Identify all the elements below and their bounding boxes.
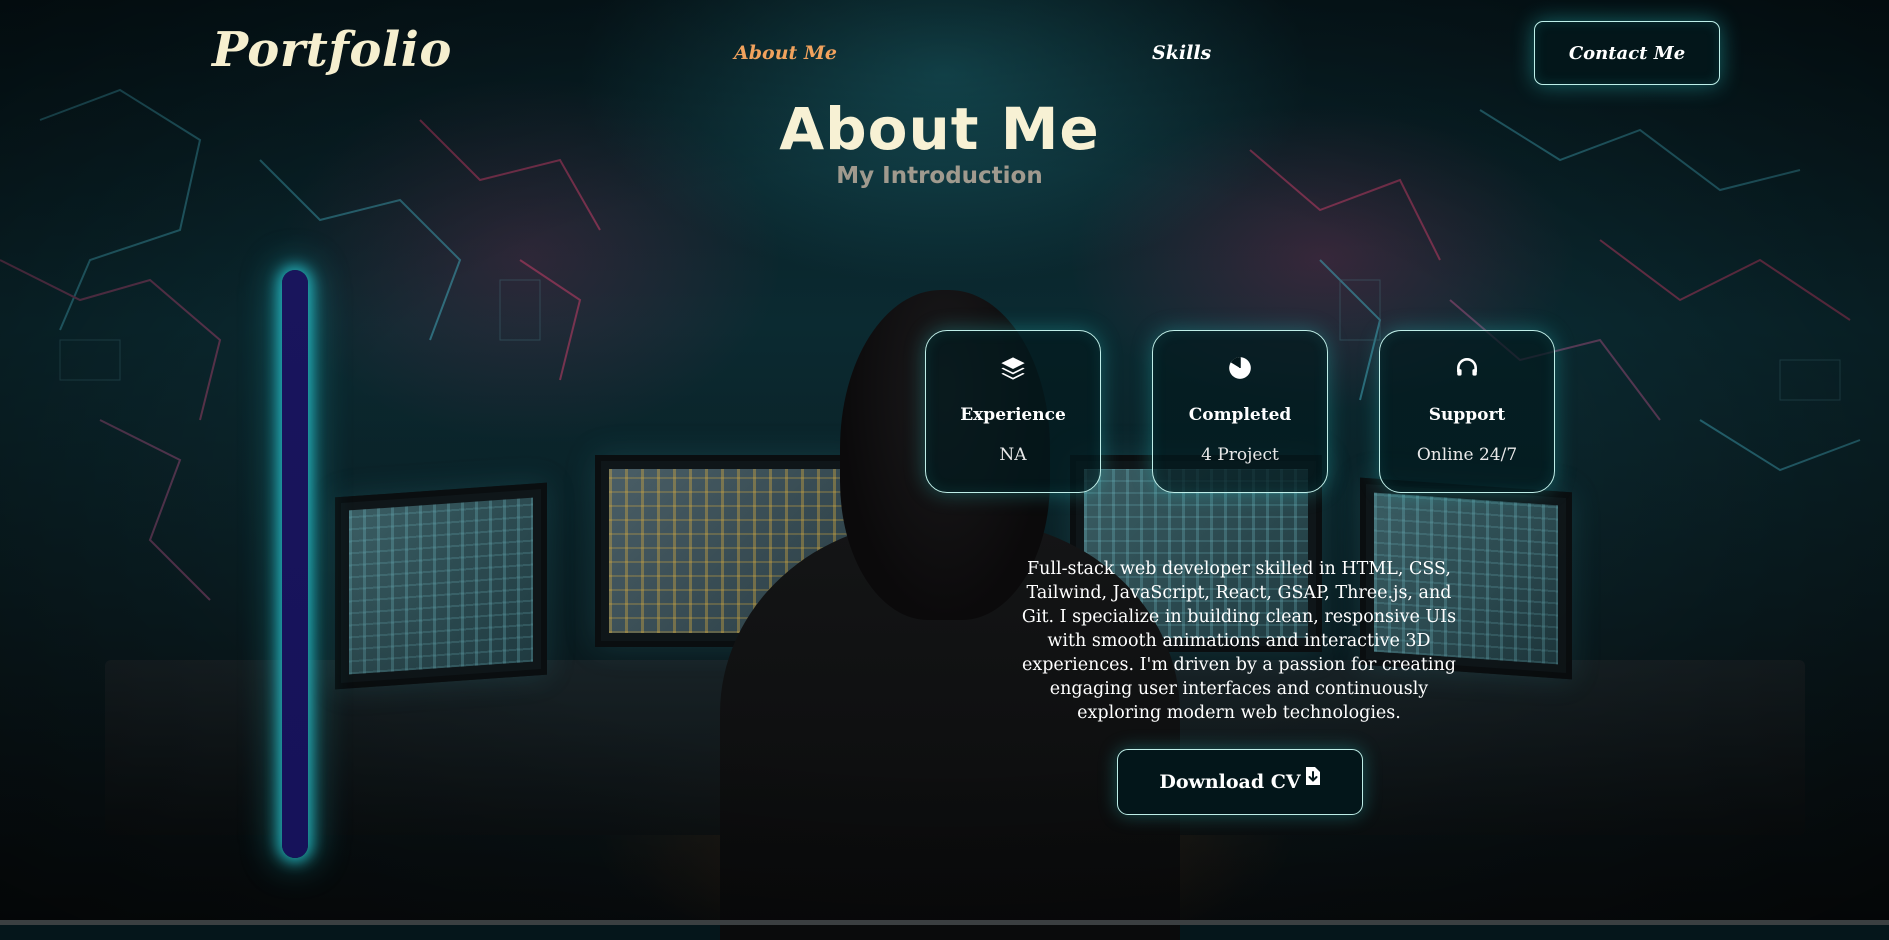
completed-card: Completed 4 Project — [1152, 330, 1328, 493]
card-title: Support — [1428, 405, 1506, 425]
support-card: Support Online 24/7 — [1379, 330, 1555, 493]
headset-icon — [1380, 355, 1554, 385]
page-title: About Me — [779, 95, 1100, 163]
nav-link-about-me[interactable]: About Me — [734, 42, 837, 64]
layers-icon — [926, 355, 1100, 385]
glowing-side-bar — [282, 270, 308, 858]
card-title: Completed — [1188, 405, 1292, 425]
card-value: Online 24/7 — [1416, 445, 1518, 465]
about-description: Full-stack web developer skilled in HTML… — [1021, 559, 1457, 723]
pie-chart-icon — [1153, 355, 1327, 385]
download-cv-button[interactable]: Download CV — [1117, 749, 1363, 815]
contact-me-button[interactable]: Contact Me — [1534, 21, 1720, 85]
bottom-strip — [0, 920, 1889, 925]
page-subtitle: My Introduction — [836, 163, 1043, 189]
logo[interactable]: Portfolio — [212, 22, 452, 78]
card-title: Experience — [960, 405, 1066, 425]
experience-card: Experience NA — [925, 330, 1101, 493]
card-value: 4 Project — [1201, 445, 1279, 465]
card-value: NA — [999, 445, 1027, 465]
download-cv-label: Download CV — [1159, 771, 1301, 793]
nav-link-skills[interactable]: Skills — [1152, 42, 1211, 64]
file-download-icon — [1305, 766, 1321, 786]
navbar: Portfolio About Me Skills Contact Me — [0, 0, 1889, 100]
